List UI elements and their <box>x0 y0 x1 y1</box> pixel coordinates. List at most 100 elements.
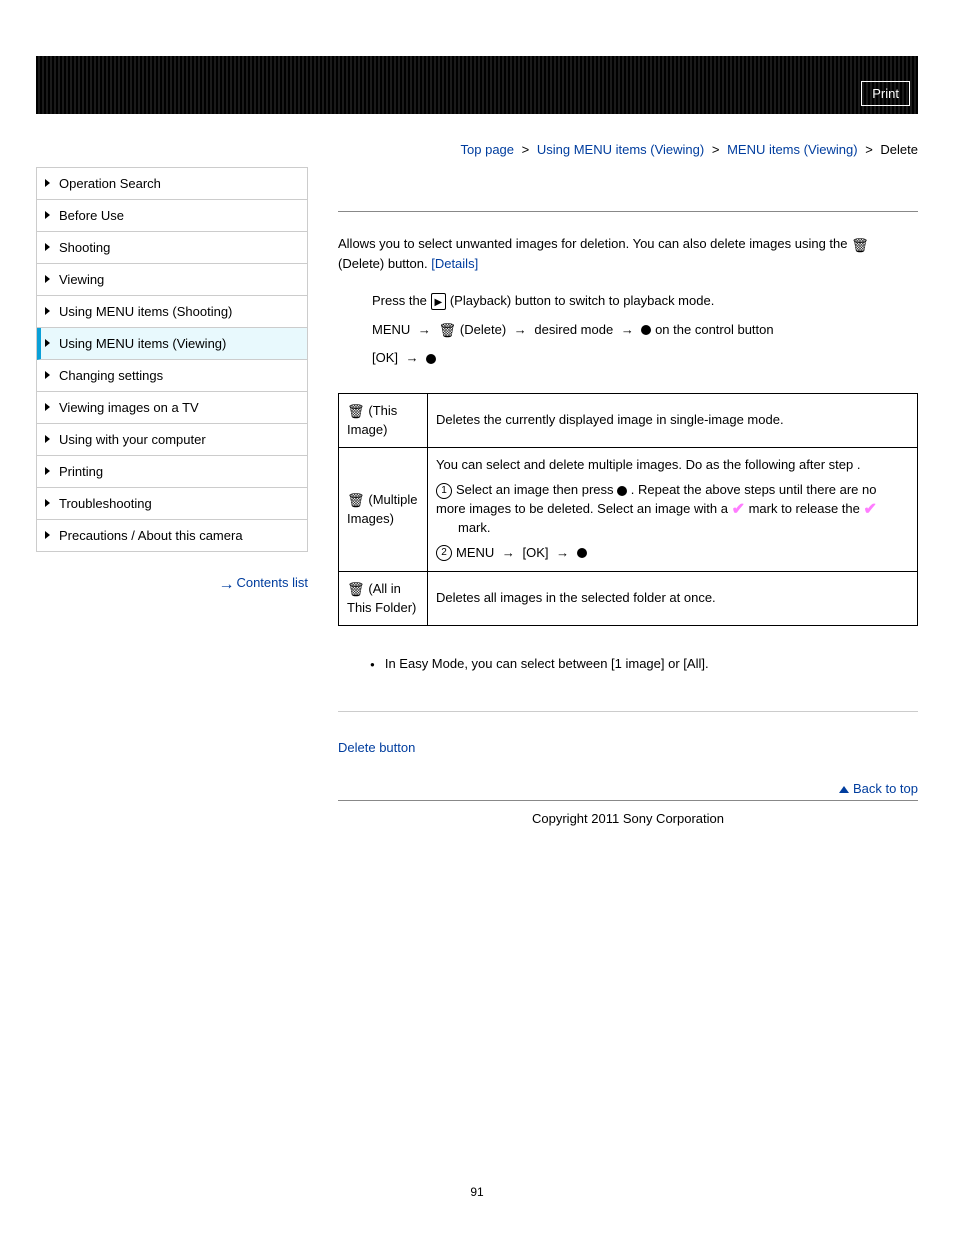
breadcrumb-link-1[interactable]: Using MENU items (Viewing) <box>537 142 704 157</box>
related-link-delete-button[interactable]: Delete button <box>338 740 415 755</box>
sidebar-item-shooting[interactable]: Shooting <box>37 232 307 264</box>
step1-a: Press the <box>372 293 431 308</box>
trash-icon: 🗑 <box>851 238 869 252</box>
center-button-icon <box>641 325 651 335</box>
step-3: [OK] <box>372 344 918 373</box>
sidebar-item-label: Printing <box>59 464 103 479</box>
caret-icon <box>45 531 50 539</box>
circle-1-icon: 1 <box>436 483 452 499</box>
print-button[interactable]: Print <box>861 81 910 106</box>
details-link[interactable]: [Details] <box>431 256 478 271</box>
sidebar-item-label: Using MENU items (Shooting) <box>59 304 232 319</box>
caret-icon <box>45 467 50 475</box>
row2-li1-d: mark. <box>436 519 909 538</box>
sidebar-list: Operation Search Before Use Shooting Vie… <box>36 167 308 552</box>
row1-label: 🗑 (This Image) <box>339 393 428 448</box>
procedure-steps: Press the (Playback) button to switch to… <box>372 287 918 373</box>
caret-icon <box>45 275 50 283</box>
step1-b: (Playback) button to switch to playback … <box>446 293 714 308</box>
row2-label: 🗑 (Multiple Images) <box>339 448 428 571</box>
step2-on-btn: on the control button <box>655 322 774 337</box>
sidebar-item-precautions[interactable]: Precautions / About this camera <box>37 520 307 552</box>
trash-multi-icon: 🗑 <box>347 493 365 507</box>
caret-icon <box>45 371 50 379</box>
sidebar-item-label: Using with your computer <box>59 432 206 447</box>
back-to-top-link[interactable]: Back to top <box>839 781 918 796</box>
divider <box>338 211 918 212</box>
playback-icon <box>431 293 447 310</box>
arrow-right-icon: → <box>218 576 232 593</box>
arrow-icon <box>418 316 431 345</box>
sidebar-item-menu-shooting[interactable]: Using MENU items (Shooting) <box>37 296 307 328</box>
row2-li2-b: [OK] <box>523 545 549 560</box>
sidebar-item-label: Before Use <box>59 208 124 223</box>
sidebar-item-printing[interactable]: Printing <box>37 456 307 488</box>
caret-icon <box>45 339 50 347</box>
sidebar-item-menu-viewing[interactable]: Using MENU items (Viewing) <box>37 328 307 360</box>
caret-icon <box>45 307 50 315</box>
breadcrumb-sep: > <box>865 142 873 157</box>
contents-list-link-wrap: → Contents list <box>36 574 308 592</box>
step2-desired: desired mode <box>534 322 613 337</box>
breadcrumb-link-2[interactable]: MENU items (Viewing) <box>727 142 858 157</box>
caret-icon <box>45 243 50 251</box>
step2-delete: (Delete) <box>456 322 506 337</box>
arrow-icon <box>514 316 527 345</box>
check-icon: ✔ <box>732 502 745 518</box>
notes-list: In Easy Mode, you can select between [1 … <box>370 656 918 671</box>
sidebar-item-viewing[interactable]: Viewing <box>37 264 307 296</box>
intro-text: Allows you to select unwanted images for… <box>338 234 918 273</box>
trash-this-icon: 🗑 <box>347 404 365 418</box>
breadcrumb-sep: > <box>522 142 530 157</box>
trash-all-icon: 🗑 <box>347 582 365 596</box>
sidebar-item-label: Viewing <box>59 272 104 287</box>
sidebar-item-label: Viewing images on a TV <box>59 400 199 415</box>
sidebar-item-label: Troubleshooting <box>59 496 152 511</box>
sidebar-item-computer[interactable]: Using with your computer <box>37 424 307 456</box>
table-row: 🗑 (This Image) Deletes the currently dis… <box>339 393 918 448</box>
sidebar-item-label: Precautions / About this camera <box>59 528 243 543</box>
related-topic: Delete button <box>338 711 918 755</box>
sidebar-item-operation-search[interactable]: Operation Search <box>37 168 307 200</box>
caret-icon <box>45 403 50 411</box>
sidebar: Operation Search Before Use Shooting Vie… <box>36 167 308 826</box>
contents-list-link[interactable]: → Contents list <box>218 575 308 590</box>
breadcrumb: Top page > Using MENU items (Viewing) > … <box>36 142 918 157</box>
caret-icon <box>45 179 50 187</box>
breadcrumb-link-top[interactable]: Top page <box>461 142 515 157</box>
sidebar-item-before-use[interactable]: Before Use <box>37 200 307 232</box>
breadcrumb-sep: > <box>712 142 720 157</box>
row2-desc: You can select and delete multiple image… <box>428 448 918 571</box>
copyright-text: Copyright 2011 Sony Corporation <box>338 801 918 826</box>
caret-icon <box>45 499 50 507</box>
sidebar-item-changing-settings[interactable]: Changing settings <box>37 360 307 392</box>
row2-sub1: 1Select an image then press . Repeat the… <box>436 481 909 538</box>
back-to-top-wrap: Back to top <box>338 755 918 801</box>
check-icon: ✔ <box>863 502 876 518</box>
center-button-icon <box>426 354 436 364</box>
step-2: MENU 🗑 (Delete) desired mode on the cont… <box>372 316 918 345</box>
options-table: 🗑 (This Image) Deletes the currently dis… <box>338 393 918 627</box>
sidebar-item-troubleshooting[interactable]: Troubleshooting <box>37 488 307 520</box>
arrow-icon <box>621 316 634 345</box>
breadcrumb-current: Delete <box>880 142 918 157</box>
row3-label: 🗑 (All in This Folder) <box>339 571 428 626</box>
center-button-icon <box>617 486 627 496</box>
back-to-top-label: Back to top <box>853 781 918 796</box>
sidebar-item-viewing-tv[interactable]: Viewing images on a TV <box>37 392 307 424</box>
arrow-icon <box>406 344 419 373</box>
row2-sub2: 2MENU [OK] <box>436 544 909 563</box>
step3-ok: [OK] <box>372 350 398 365</box>
triangle-up-icon <box>839 786 849 793</box>
contents-list-label: Contents list <box>236 575 308 590</box>
row2-li2-a: MENU <box>456 545 494 560</box>
sidebar-item-label: Shooting <box>59 240 110 255</box>
sidebar-item-label: Changing settings <box>59 368 163 383</box>
note-item: In Easy Mode, you can select between [1 … <box>370 656 918 671</box>
step-1: Press the (Playback) button to switch to… <box>372 287 918 316</box>
row3-desc: Deletes all images in the selected folde… <box>428 571 918 626</box>
arrow-icon <box>502 544 515 563</box>
table-row: 🗑 (All in This Folder) Deletes all image… <box>339 571 918 626</box>
row2-line1: You can select and delete multiple image… <box>436 456 909 475</box>
intro-part-a: Allows you to select unwanted images for… <box>338 236 851 251</box>
